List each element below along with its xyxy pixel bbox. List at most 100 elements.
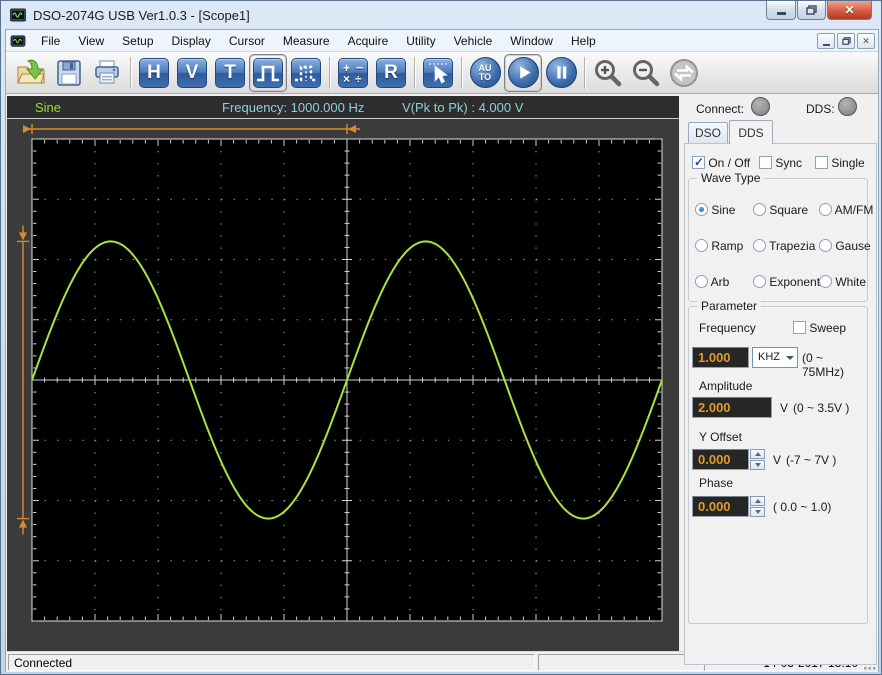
amplitude-range: (0 ~ 3.5V ) [793,401,850,415]
menu-acquire[interactable]: Acquire [339,31,398,51]
cursor-icon [423,57,453,88]
transfer-icon [670,58,698,87]
restore-icon [806,5,817,15]
horizontal-button[interactable]: H [135,54,173,92]
frequency-unit-select[interactable]: KHZ [752,347,798,368]
trigger-button[interactable]: T [211,54,249,92]
onoff-checkbox[interactable]: On / Off [692,155,750,170]
menu-window[interactable]: Window [501,31,562,51]
y-offset-unit: V [773,453,782,467]
close-button[interactable]: ✕ [827,1,872,20]
menu-cursor[interactable]: Cursor [220,31,274,51]
scope-child-icon [10,34,26,47]
radio-ramp[interactable]: Ramp [695,239,753,253]
tab-dso[interactable]: DSO [688,122,728,143]
menu-setup[interactable]: Setup [113,31,162,51]
reference-button[interactable]: R [372,54,410,92]
child-minimize-icon [822,43,830,46]
save-icon [57,59,81,86]
child-restore-button[interactable] [837,33,855,49]
stepper-down-icon[interactable] [750,507,765,517]
zoom-out-button[interactable] [627,54,665,92]
menu-measure[interactable]: Measure [274,31,339,51]
child-close-button[interactable]: ✕ [857,33,875,49]
stepper-up-icon[interactable] [750,449,765,459]
amplitude-label: Amplitude [699,379,753,393]
menu-view[interactable]: View [69,31,113,51]
radio-exponent[interactable]: Exponent [753,275,820,289]
single-checkbox-box[interactable] [815,156,828,169]
radio-arb[interactable]: Arb [695,275,753,289]
menu-help[interactable]: Help [562,31,605,51]
connect-indicator-icon [751,97,770,116]
radio-square[interactable]: Square [753,203,819,217]
frequency-label: Frequency [699,321,756,335]
save-button[interactable] [50,54,88,92]
play-button[interactable] [504,53,542,92]
y-offset-stepper[interactable] [750,449,765,470]
radio-trapezia[interactable]: Trapezia [753,239,819,253]
pulse-button[interactable] [249,53,287,92]
horizontal-icon: H [139,57,169,88]
frequency-readout: Frequency: 1000.000 Hz [222,100,365,115]
pulse-alt-button[interactable] [287,54,325,92]
pulse-icon [253,57,283,88]
zoom-in-icon [595,59,622,86]
phase-label: Phase [699,476,734,490]
vertical-icon: V [177,57,207,88]
radio-white[interactable]: White [819,275,871,289]
print-button[interactable] [88,54,126,92]
toolbar-separator [461,56,462,89]
menu-display[interactable]: Display [163,31,220,51]
cursor-button[interactable] [419,54,457,92]
sync-checkbox-box[interactable] [759,156,772,169]
vertical-button[interactable]: V [173,54,211,92]
y-offset-range: (-7 ~ 7V ) [786,453,837,467]
phase-input[interactable]: 0.000 [692,496,749,517]
readout-bar: Sine Frequency: 1000.000 Hz V(Pk to Pk) … [7,96,679,119]
scope-canvas [17,124,663,622]
phase-range: ( 0.0 ~ 1.0) [773,500,832,514]
minimize-button[interactable] [766,1,796,20]
sync-checkbox[interactable]: Sync [759,156,802,170]
phase-stepper[interactable] [750,496,765,517]
menu-utility[interactable]: Utility [397,31,444,51]
connection-status: Connected [8,654,535,671]
radio-amfm[interactable]: AM/FM [819,203,873,217]
menu-bar: File View Setup Display Cursor Measure A… [6,30,878,52]
pause-button[interactable] [542,54,580,92]
control-panel: Connect: DDS: DSO DDS On / Off Sync Sing… [682,96,879,665]
radio-gause[interactable]: Gause [819,239,871,253]
math-button[interactable]: + − × ÷ [334,54,372,92]
trigger-icon: T [215,57,245,88]
zoom-out-icon [633,59,660,86]
wave-name-readout: Sine [35,100,62,115]
window-title: DSO-2074G USB Ver1.0.3 - [Scope1] [33,8,250,23]
onoff-checkbox-box[interactable] [692,155,705,169]
single-checkbox[interactable]: Single [815,156,865,170]
menu-vehicle[interactable]: Vehicle [445,31,502,51]
connect-label: Connect: [696,102,745,116]
frequency-input[interactable]: 1.000 [692,347,749,368]
dds-indicator-icon [838,97,857,116]
menu-file[interactable]: File [32,31,69,51]
radio-sine[interactable]: Sine [695,203,753,217]
tab-dds[interactable]: DDS [729,120,773,144]
app-window: DSO-2074G USB Ver1.0.3 - [Scope1] ✕ File… [0,0,882,675]
maximize-button[interactable] [797,1,826,20]
open-button[interactable] [12,54,50,92]
amplitude-input[interactable]: 2.000 [692,397,772,418]
auto-button[interactable]: AU TO [466,54,504,92]
y-offset-input[interactable]: 0.000 [692,449,749,470]
chevron-down-icon [786,356,794,360]
title-bar: DSO-2074G USB Ver1.0.3 - [Scope1] ✕ [1,1,881,29]
sweep-checkbox-box[interactable] [793,321,806,334]
stepper-up-icon[interactable] [750,496,765,506]
transfer-button[interactable] [665,54,703,92]
zoom-in-button[interactable] [589,54,627,92]
wave-type-title: Wave Type [697,171,765,185]
stepper-down-icon[interactable] [750,460,765,470]
sweep-checkbox[interactable]: Sweep [793,321,846,335]
child-minimize-button[interactable] [817,33,835,49]
close-icon: ✕ [844,3,855,17]
